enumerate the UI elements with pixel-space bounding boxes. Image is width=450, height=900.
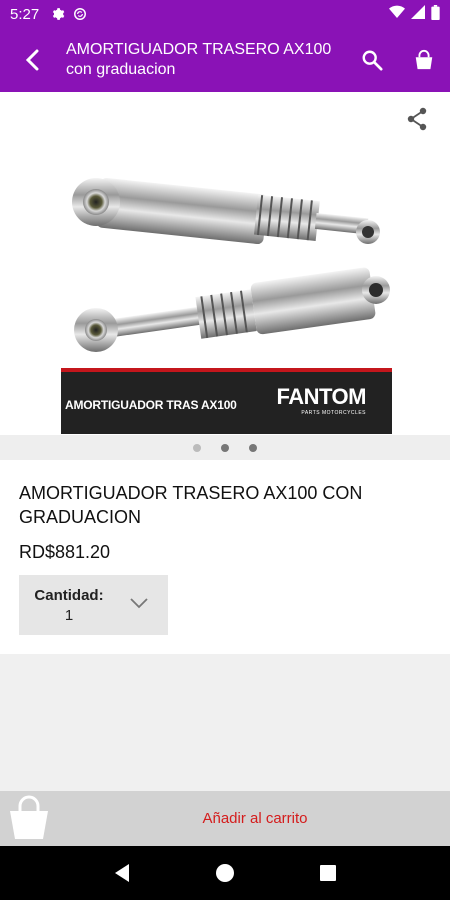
nav-recents-button[interactable]	[308, 853, 348, 893]
status-time: 5:27	[10, 5, 40, 23]
nav-back-button[interactable]	[102, 853, 142, 893]
banner-brand-logo: FANTOM	[276, 384, 367, 409]
gallery-dot-1[interactable]	[193, 443, 201, 452]
nav-home-button[interactable]	[205, 853, 245, 893]
product-price: RD$881.20	[19, 542, 111, 562]
gallery-dot-3[interactable]	[249, 443, 257, 452]
shock-absorber-top	[72, 177, 380, 245]
gallery-indicator	[0, 435, 450, 460]
status-right	[389, 4, 440, 24]
gallery-dot-2[interactable]	[221, 443, 229, 452]
recents-square-icon	[320, 865, 337, 881]
shopping-bag-icon	[10, 795, 48, 839]
product-banner: AMORTIGUADOR TRAS AX100 FANTOM PARTS MOT…	[61, 368, 392, 434]
quantity-value: 1	[64, 607, 74, 624]
shopping-bag-icon	[415, 49, 433, 70]
shock-absorber-bottom	[74, 267, 390, 352]
signal-icon	[411, 5, 425, 23]
title-line-1: AMORTIGUADOR TRASERO AX100	[66, 41, 332, 58]
page-title: AMORTIGUADOR TRASERO AX100 con graduacio…	[64, 40, 346, 80]
system-nav-bar	[0, 846, 450, 900]
settings-icon	[51, 7, 65, 21]
share-button[interactable]	[404, 106, 430, 132]
product-card: AMORTIGUADOR TRAS AX100 FANTOM PARTS MOT…	[0, 92, 450, 654]
back-button[interactable]	[0, 28, 64, 92]
banner-subtext: PARTS MOTORCYCLES	[301, 410, 366, 416]
bottom-bar: Añadir al carrito	[0, 791, 450, 846]
product-gallery[interactable]: AMORTIGUADOR TRAS AX100 FANTOM PARTS MOT…	[0, 92, 450, 460]
title-line-2: con graduacion	[66, 61, 176, 78]
battery-icon	[431, 4, 440, 24]
quantity-select[interactable]: Cantidad: 1	[19, 575, 168, 635]
status-bar: 5:27	[0, 0, 450, 28]
search-button[interactable]	[346, 28, 398, 92]
product-title: AMORTIGUADOR TRASERO AX100 CON GRADUACIO…	[19, 483, 363, 527]
share-icon	[407, 107, 427, 131]
quantity-label: Cantidad:	[34, 587, 104, 604]
home-circle-icon	[215, 864, 234, 882]
sync-icon	[73, 7, 87, 21]
cart-button[interactable]	[398, 28, 450, 92]
app-bar: AMORTIGUADOR TRASERO AX100 con graduacio…	[0, 28, 450, 92]
banner-text: AMORTIGUADOR TRAS AX100	[65, 398, 237, 412]
add-to-cart-button[interactable]: Añadir al carrito	[60, 791, 450, 846]
banner-stripe	[61, 368, 392, 372]
search-icon	[362, 50, 383, 71]
wifi-icon	[389, 5, 405, 23]
back-arrow-icon	[25, 49, 39, 71]
back-triangle-icon	[114, 864, 129, 882]
chevron-down-icon	[130, 598, 148, 609]
